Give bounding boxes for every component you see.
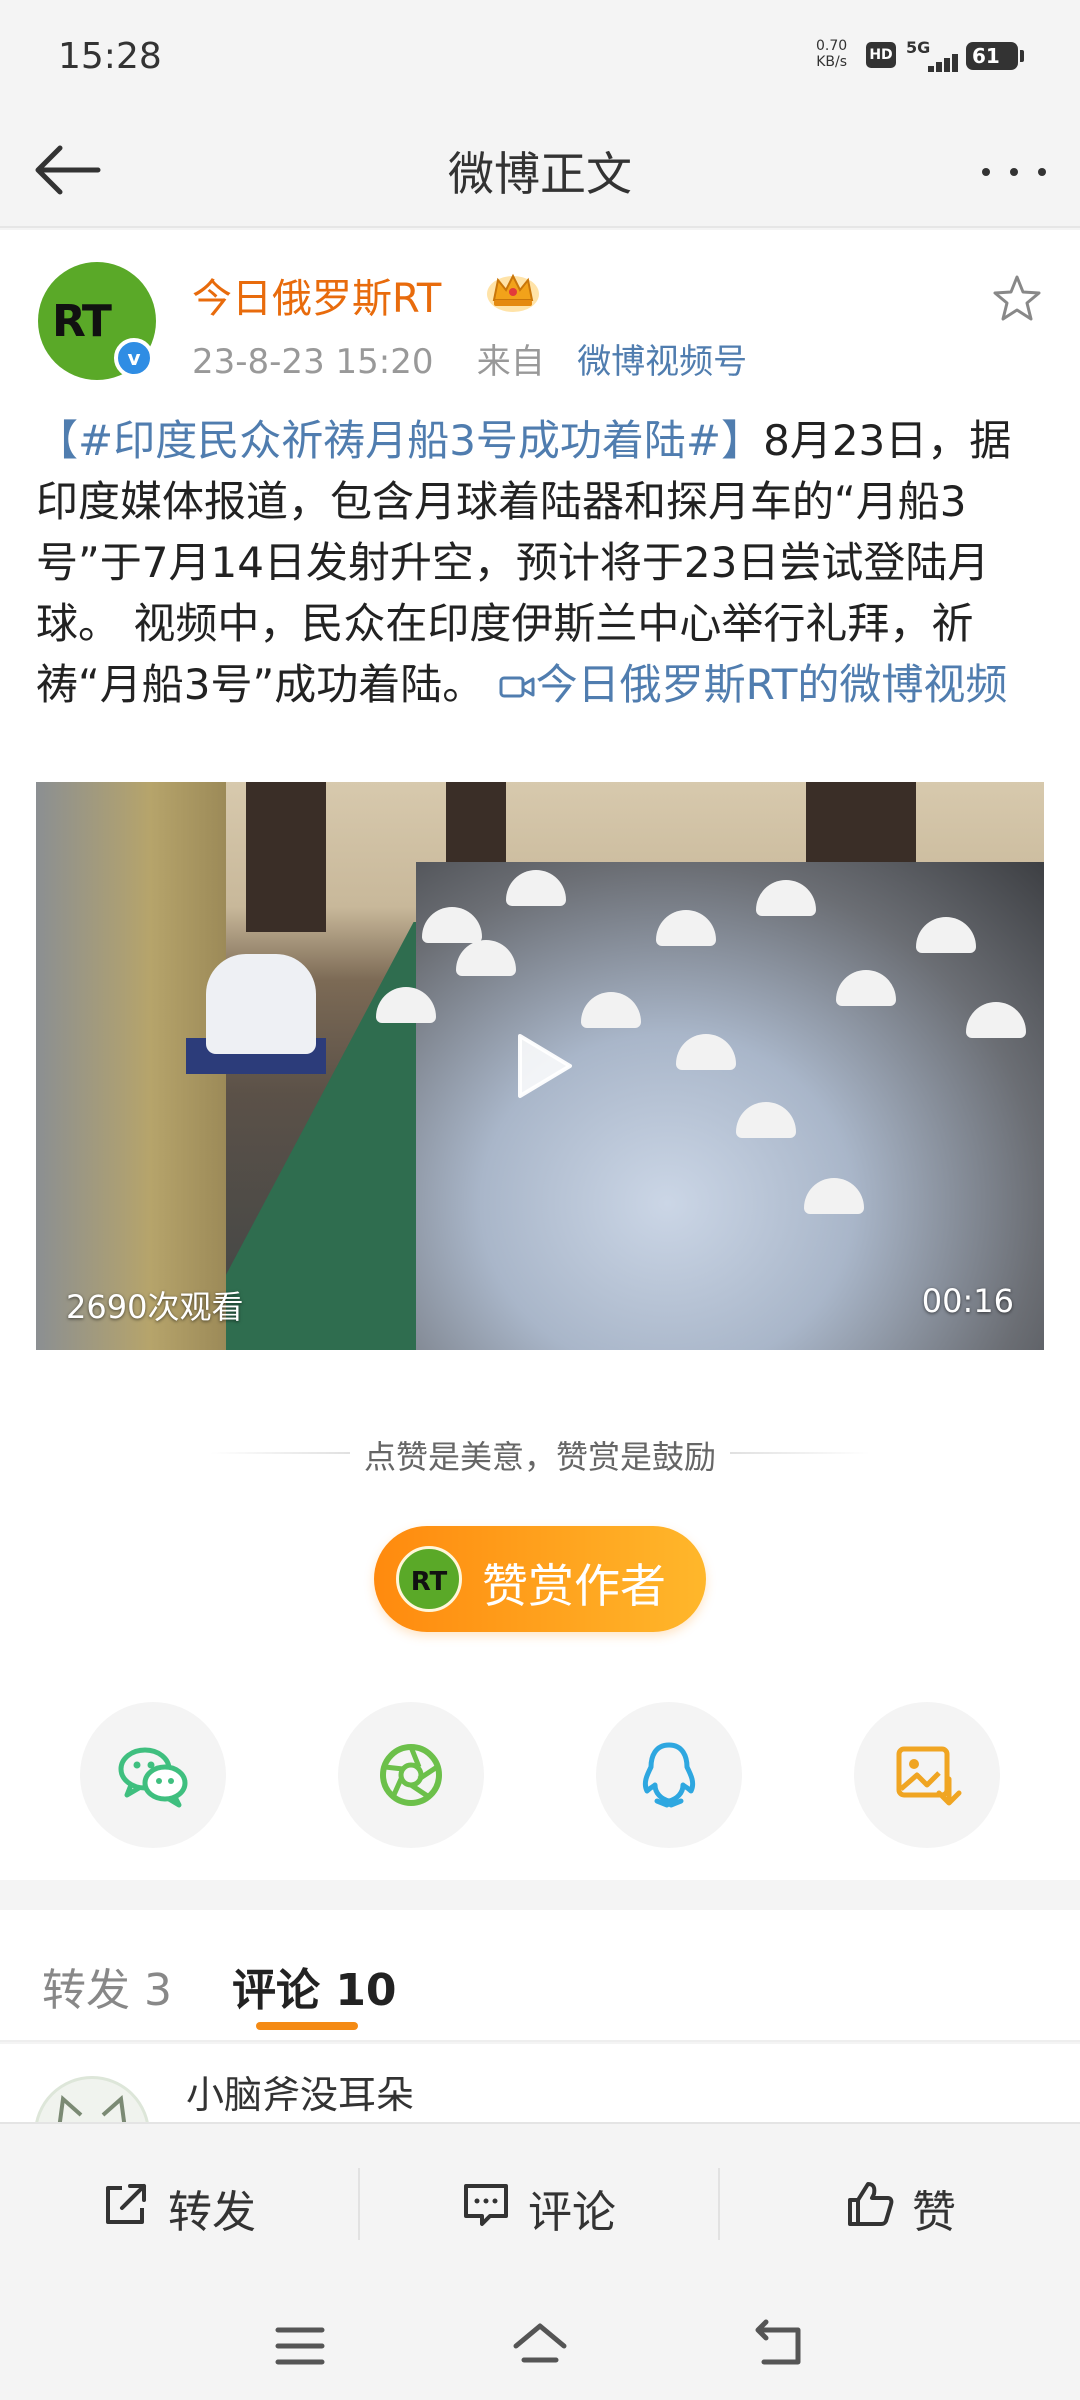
- video-duration: 00:16: [921, 1282, 1014, 1320]
- commenter-name[interactable]: 小脑斧没耳朵: [186, 2064, 414, 2119]
- menu-icon[interactable]: [270, 2316, 330, 2376]
- play-icon[interactable]: [504, 1030, 576, 1102]
- verified-badge-icon: v: [114, 338, 154, 378]
- network-speed-value: 0.70: [816, 38, 848, 54]
- save-image-icon: [896, 1746, 962, 1806]
- reward-button-label: 赞赏作者: [482, 1559, 666, 1613]
- battery-level: 61: [972, 44, 1000, 68]
- source-link[interactable]: 微博视频号: [577, 342, 747, 382]
- tab-repost[interactable]: 转发 3: [42, 1954, 172, 2018]
- tab-comments[interactable]: 评论 10: [232, 1954, 397, 2018]
- author-name[interactable]: 今日俄罗斯RT: [192, 266, 441, 324]
- wechat-icon: [118, 1747, 188, 1808]
- status-time: 15:28: [58, 36, 162, 77]
- network-type: 5G: [906, 38, 931, 57]
- like-label: 赞: [912, 2187, 956, 2238]
- page-title: 微博正文: [448, 147, 632, 201]
- thumbs-up-icon: [848, 2182, 894, 2226]
- signal-icon: 5G: [906, 38, 958, 72]
- system-nav-bar: [0, 2280, 1080, 2400]
- moments-icon: [380, 1744, 442, 1806]
- post-action-bar: 转发 评论 赞: [0, 2122, 1080, 2280]
- tab-active-indicator: [256, 2022, 358, 2030]
- reward-author-button[interactable]: RT 赞赏作者: [374, 1526, 706, 1632]
- qq-icon: [642, 1742, 696, 1808]
- hd-icon: HD: [866, 42, 896, 68]
- share-qq-button[interactable]: [596, 1702, 742, 1848]
- divider-right: [730, 1452, 870, 1454]
- video-camera-icon: [499, 676, 535, 698]
- commenter-avatar[interactable]: [34, 2076, 150, 2122]
- rt-logo-icon: RT: [396, 1546, 462, 1612]
- status-bar: 15:28 0.70 KB/s HD 5G 61: [0, 0, 1080, 110]
- video-player[interactable]: 2690次观看 00:16: [36, 782, 1044, 1350]
- cat-avatar-icon: [57, 2095, 127, 2122]
- video-link[interactable]: 今日俄罗斯RT的微博视频: [498, 660, 1008, 709]
- comment-label: 评论: [528, 2187, 616, 2238]
- network-speed-unit: KB/s: [816, 54, 847, 70]
- post-body: 【#印度民众祈祷月船3号成功着陆#】8月23日，据印度媒体报道，包含月球着陆器和…: [36, 410, 1046, 715]
- share-wechat-button[interactable]: [80, 1702, 226, 1848]
- home-icon[interactable]: [510, 2316, 570, 2376]
- more-dots-icon[interactable]: [976, 130, 1056, 210]
- share-moments-button[interactable]: [338, 1702, 484, 1848]
- avatar-logo-text: RT: [52, 296, 112, 347]
- battery-icon: 61: [966, 42, 1024, 70]
- source-prefix: 来自: [476, 342, 545, 382]
- crown-icon: [484, 266, 542, 314]
- video-link-text: 今日俄罗斯RT的微博视频: [535, 660, 1008, 709]
- video-view-count: 2690次观看: [66, 1288, 244, 1326]
- repost-icon: [106, 2184, 146, 2224]
- favorite-star-icon[interactable]: [990, 272, 1044, 326]
- reward-tip: 点赞是美意，赞赏是鼓励: [363, 1438, 716, 1476]
- post-card: RT v 今日俄罗斯RT 23-8-23 15:20 来自 微博视频号 【#印度…: [0, 230, 1080, 1880]
- comment-tabs: 转发 3 评论 10: [0, 1910, 1080, 2042]
- save-image-button[interactable]: [854, 1702, 1000, 1848]
- comment-icon: [464, 2184, 508, 2226]
- comment-item[interactable]: 小脑斧没耳朵: [0, 2044, 1080, 2122]
- post-hashtag[interactable]: 【#印度民众祈祷月船3号成功着陆#】: [36, 416, 763, 465]
- post-date: 23-8-23 15:20: [192, 342, 434, 382]
- post-meta: 23-8-23 15:20 来自 微博视频号: [192, 334, 747, 383]
- repost-label: 转发: [168, 2187, 256, 2238]
- network-speed: 0.70 KB/s: [816, 38, 847, 70]
- top-nav-bar: 微博正文: [0, 110, 1080, 228]
- back-icon[interactable]: [750, 2316, 810, 2376]
